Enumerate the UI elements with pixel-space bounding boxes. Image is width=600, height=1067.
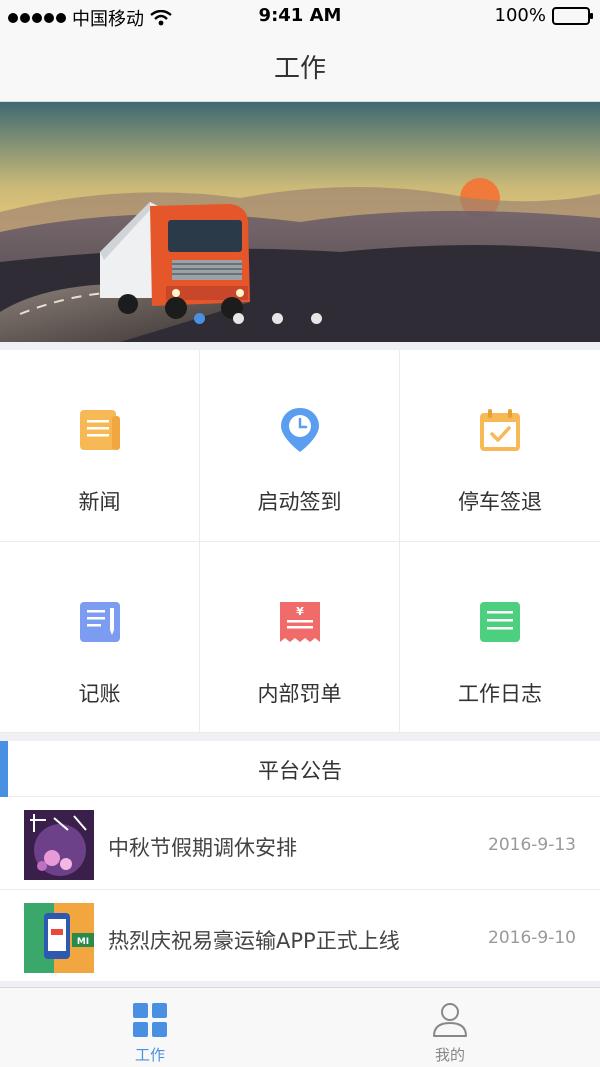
battery-icon [552,6,593,25]
grid-item-label: 停车签退 [458,490,542,514]
status-right: 100% [494,5,593,26]
grid-icon [133,1003,167,1037]
document-list-icon [480,601,520,642]
platform-notice-section: 平台公告 中秋节假期调休安排 2016-9-13 MI 热烈庆祝易豪运输APP正… [0,741,600,981]
nav-header: 工作 [0,32,600,102]
location-pin-icon [280,408,319,452]
grid-item-work-log[interactable]: 工作日志 [400,542,600,733]
tab-me[interactable]: 我的 [300,988,600,1067]
pager-dot[interactable] [311,313,322,324]
tab-work[interactable]: 工作 [0,988,300,1067]
notice-title: 平台公告 [258,759,342,783]
notice-thumbnail: MI [24,903,94,973]
calendar-check-icon [480,409,520,451]
grid-item-label: 工作日志 [458,681,542,706]
person-icon [433,1003,467,1037]
tab-label: 工作 [134,1046,165,1064]
notice-text: 中秋节假期调休安排 [108,836,297,860]
notice-text: 热烈庆祝易豪运输APP正式上线 [108,929,400,953]
svg-text:MI: MI [77,937,89,947]
notice-date: 2016-9-13 [488,835,576,855]
grid-item-check-in[interactable]: 启动签到 [200,350,400,542]
notice-item[interactable]: MI 热烈庆祝易豪运输APP正式上线 2016-9-10 [0,891,600,983]
pager-dot[interactable] [233,313,244,324]
bottom-tab-bar: 工作 我的 [0,987,600,1067]
notice-item[interactable]: 中秋节假期调休安排 2016-9-13 [0,798,600,890]
page-title: 工作 [273,54,326,84]
grid-item-label: 新闻 [78,490,121,514]
grid-item-accounting[interactable]: 记账 [0,541,200,733]
notepad-icon [79,601,120,642]
pager-dot[interactable] [194,313,205,324]
grid-item-label: 内部罚单 [257,681,342,706]
news-icon [79,410,120,450]
battery-percent: 100% [494,5,546,26]
banner-carousel[interactable] [0,102,600,342]
status-bar: 中国移动 9:41 AM 100% [0,0,600,32]
tab-label: 我的 [434,1046,465,1064]
grid-item-label: 记账 [78,681,121,706]
grid-item-fines[interactable]: ¥ 内部罚单 [200,541,400,733]
grid-item-label: 启动签到 [257,490,342,514]
grid-item-check-out[interactable]: 停车签退 [400,350,600,542]
function-grid: 新闻 启动签到 停车签退 记账 ¥ 内部罚单 工作日志 [0,350,600,733]
pager-dot[interactable] [272,313,283,324]
notice-header: 平台公告 [0,741,600,797]
banner-truck-image [0,102,600,342]
notice-date: 2016-9-10 [488,928,576,948]
receipt-icon: ¥ [279,601,320,642]
svg-text:¥: ¥ [296,605,304,618]
grid-item-news[interactable]: 新闻 [0,350,200,542]
notice-thumbnail [24,810,94,880]
banner-pager[interactable] [0,313,600,324]
